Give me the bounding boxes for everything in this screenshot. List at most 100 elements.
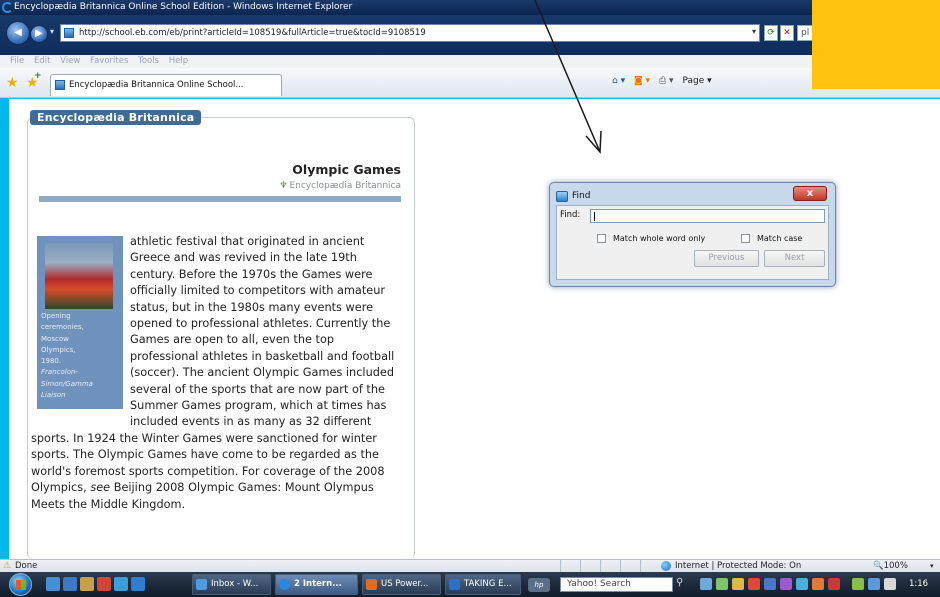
quicklaunch-icon[interactable] (114, 577, 128, 591)
mail-icon (196, 579, 207, 590)
tab-bar: ★ ★ Encyclopædia Britannica Online Schoo… (0, 68, 940, 98)
zoom-value: 100% (883, 561, 908, 571)
clock[interactable]: 1:16 PM (909, 572, 940, 597)
quicklaunch-icon[interactable] (80, 577, 94, 591)
menu-edit[interactable]: Edit (34, 56, 50, 66)
page-content: Encyclopædia Britannica Olympic Games ♆ E… (9, 99, 940, 559)
speaker-icon[interactable] (884, 578, 896, 590)
task-word[interactable]: TAKING E... (445, 574, 521, 595)
article-title: Olympic Games (292, 162, 401, 177)
britannica-brand: Encyclopædia Britannica (30, 110, 202, 125)
tray-icon[interactable] (780, 578, 792, 590)
zoom-level[interactable]: 🔍100% (873, 560, 908, 572)
thistle-icon: ♆ (279, 181, 288, 191)
close-icon[interactable]: x (793, 186, 827, 201)
find-dialog-body: Find: Match whole word only Match case P… (556, 205, 829, 280)
menu-view[interactable]: View (60, 56, 80, 66)
tab-label: Encyclopædia Britannica Online School... (69, 80, 244, 90)
refresh-button[interactable]: ⟳ (764, 25, 778, 41)
url-input[interactable]: http://school.eb.com/eb/print?articleId=… (60, 24, 760, 42)
next-button[interactable]: Next (764, 250, 825, 267)
window-title: Encyclopædia Britannica Online School Ed… (14, 2, 353, 12)
quicklaunch-icon[interactable] (131, 577, 145, 591)
tray-icon[interactable] (764, 578, 776, 590)
tray-icon[interactable] (852, 578, 864, 590)
task-label: Inbox - W... (211, 579, 259, 589)
menu-help[interactable]: Help (169, 56, 188, 66)
tray-icon[interactable] (812, 578, 824, 590)
find-label: Find: (560, 210, 581, 220)
history-dropdown-icon[interactable]: ▾ (50, 27, 54, 36)
home-icon[interactable]: ⌂ ▾ (612, 76, 625, 86)
page-menu[interactable]: Page ▾ (682, 76, 711, 86)
yahoo-search-input[interactable]: Yahoo! Search (560, 577, 673, 592)
match-case-label: Match case (757, 234, 803, 243)
menu-favorites[interactable]: Favorites (90, 56, 128, 66)
forward-button[interactable]: ▶ (30, 25, 48, 43)
taskbar: Inbox - W... 2 Intern... US Power... TAK… (0, 572, 940, 597)
checkbox-icon[interactable] (597, 234, 606, 243)
article-body: athletic festival that originated in anc… (31, 234, 405, 513)
status-text: Done (15, 561, 38, 571)
article-rule (39, 196, 401, 202)
tray-icon[interactable] (796, 578, 808, 590)
status-bar: ⚠ Done Internet | Protected Mode: On 🔍10… (0, 559, 940, 573)
ie-icon (279, 579, 290, 590)
tab-page-icon (55, 80, 65, 90)
gold-box (812, 0, 940, 89)
article-see: see (90, 481, 111, 495)
quicklaunch-icon[interactable] (97, 577, 111, 591)
search-icon[interactable]: ⚲ (676, 577, 683, 588)
menu-file[interactable]: File (10, 56, 24, 66)
match-whole-word-label: Match whole word only (613, 234, 706, 243)
checkbox-icon[interactable] (741, 234, 750, 243)
tray-icon[interactable] (748, 578, 760, 590)
ie-logo-icon (2, 2, 13, 13)
quicklaunch-icon[interactable] (46, 577, 60, 591)
print-icon[interactable]: ⎙ ▾ (659, 76, 674, 86)
find-dialog-icon (556, 191, 568, 202)
feeds-icon[interactable]: ◙ ▾ (634, 76, 650, 86)
task-inbox[interactable]: Inbox - W... (192, 574, 271, 595)
article-source: ♆ Encyclopædia Britannica (279, 181, 401, 191)
security-zone[interactable]: Internet | Protected Mode: On (675, 560, 801, 572)
stop-button[interactable]: ✕ (780, 25, 794, 41)
warning-icon: ⚠ (3, 561, 12, 571)
find-dialog-title: Find (572, 191, 591, 201)
tray-icon[interactable] (716, 578, 728, 590)
hp-icon[interactable]: hp (528, 578, 550, 592)
command-bar: ⌂ ▾ ◙ ▾ ⎙ ▾ Page ▾ (612, 76, 718, 86)
tray-icon[interactable] (732, 578, 744, 590)
task-label: TAKING E... (464, 579, 512, 589)
word-icon (449, 579, 460, 590)
match-whole-word-checkbox[interactable]: Match whole word only (597, 234, 705, 243)
favorites-star-icon[interactable]: ★ (6, 75, 19, 91)
find-dialog: Find x Find: Match whole word only Match… (549, 182, 836, 287)
tab-britannica[interactable]: Encyclopædia Britannica Online School... (50, 74, 282, 96)
previous-button[interactable]: Previous (694, 250, 759, 267)
task-label: US Power... (381, 579, 429, 589)
url-dropdown-icon[interactable]: ▾ (752, 27, 756, 36)
find-input[interactable] (590, 209, 825, 223)
task-internet-explorer[interactable]: 2 Intern... (275, 574, 358, 595)
tray-icon[interactable] (828, 578, 840, 590)
article-source-text: Encyclopædia Britannica (289, 181, 401, 191)
zoom-dropdown-icon[interactable]: ▾ (930, 560, 934, 572)
start-button[interactable] (9, 573, 32, 596)
window-title-bar: Encyclopædia Britannica Online School Ed… (0, 0, 940, 15)
task-powerpoint[interactable]: US Power... (362, 574, 441, 595)
page-icon (64, 28, 74, 38)
globe-icon (661, 561, 671, 571)
match-case-checkbox[interactable]: Match case (741, 234, 802, 243)
back-button[interactable]: ◀ (6, 21, 30, 45)
address-bar: ◀ ▶ ▾ http://school.eb.com/eb/print?arti… (0, 15, 940, 55)
powerpoint-icon (366, 579, 377, 590)
task-label: 2 Intern... (294, 579, 342, 589)
url-text: http://school.eb.com/eb/print?articleId=… (79, 28, 426, 38)
menu-bar: File Edit View Favorites Tools Help (0, 55, 940, 68)
quicklaunch-icon[interactable] (63, 577, 77, 591)
tray-icon[interactable] (868, 578, 880, 590)
tray-icon[interactable] (700, 578, 712, 590)
menu-tools[interactable]: Tools (138, 56, 159, 66)
add-favorite-icon[interactable]: ★ (26, 71, 41, 91)
